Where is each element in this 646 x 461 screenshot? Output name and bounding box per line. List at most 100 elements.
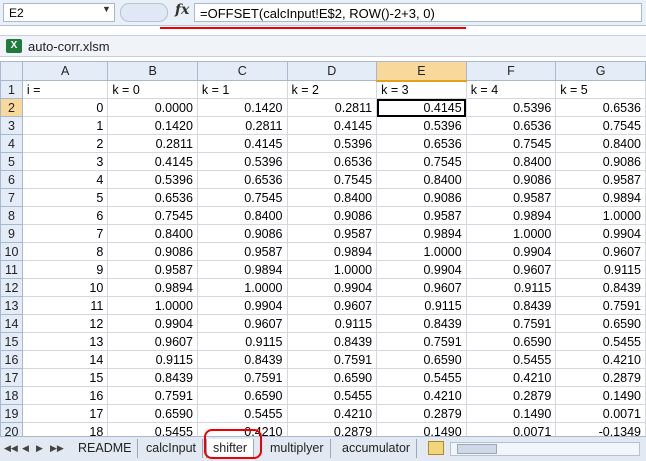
- cell-g2[interactable]: 0.6536: [555, 98, 646, 117]
- cell-c15[interactable]: 0.9115: [196, 332, 288, 351]
- cell-a19[interactable]: 17: [21, 404, 109, 423]
- cell-g18[interactable]: 0.1490: [555, 386, 646, 405]
- sheet-tab-multiplyer[interactable]: multiplyer: [264, 439, 331, 458]
- row-header[interactable]: 5: [0, 152, 23, 171]
- cell-f16[interactable]: 0.5455: [465, 350, 557, 369]
- cell-c13[interactable]: 0.9904: [196, 296, 288, 315]
- cell-c8[interactable]: 0.8400: [196, 206, 288, 225]
- column-header-a[interactable]: A: [21, 61, 109, 81]
- cell-d6[interactable]: 0.7545: [286, 170, 378, 189]
- cell-d20[interactable]: 0.2879: [286, 422, 378, 436]
- row-header[interactable]: 8: [0, 206, 23, 225]
- cell-g20[interactable]: -0.1349: [555, 422, 646, 436]
- cell-d4[interactable]: 0.5396: [286, 134, 378, 153]
- name-box-dropdown-icon[interactable]: ▼: [102, 4, 111, 14]
- cell-d1[interactable]: k = 2: [286, 80, 378, 99]
- cell-f10[interactable]: 0.9904: [465, 242, 557, 261]
- cell-d10[interactable]: 0.9894: [286, 242, 378, 261]
- cell-f15[interactable]: 0.6590: [465, 332, 557, 351]
- cell-e13[interactable]: 0.9115: [376, 296, 467, 315]
- cell-g5[interactable]: 0.9086: [555, 152, 646, 171]
- cell-f9[interactable]: 1.0000: [465, 224, 557, 243]
- cell-c11[interactable]: 0.9894: [196, 260, 288, 279]
- cell-e18[interactable]: 0.4210: [376, 386, 467, 405]
- cell-b9[interactable]: 0.8400: [107, 224, 198, 243]
- cell-a14[interactable]: 12: [21, 314, 109, 333]
- cell-c5[interactable]: 0.5396: [196, 152, 288, 171]
- cell-e7[interactable]: 0.9086: [376, 188, 467, 207]
- cell-f3[interactable]: 0.6536: [465, 116, 557, 135]
- cell-e5[interactable]: 0.7545: [376, 152, 467, 171]
- cell-g10[interactable]: 0.9607: [555, 242, 646, 261]
- select-all-corner[interactable]: [0, 61, 23, 81]
- cell-b11[interactable]: 0.9587: [107, 260, 198, 279]
- cell-a12[interactable]: 10: [21, 278, 109, 297]
- cell-c7[interactable]: 0.7545: [196, 188, 288, 207]
- cell-d12[interactable]: 0.9904: [286, 278, 378, 297]
- cell-g19[interactable]: 0.0071: [555, 404, 646, 423]
- cell-a7[interactable]: 5: [21, 188, 109, 207]
- cell-c4[interactable]: 0.4145: [196, 134, 288, 153]
- cell-d18[interactable]: 0.5455: [286, 386, 378, 405]
- cell-b8[interactable]: 0.7545: [107, 206, 198, 225]
- cell-d15[interactable]: 0.8439: [286, 332, 378, 351]
- cell-g1[interactable]: k = 5: [555, 80, 646, 99]
- formula-input[interactable]: =OFFSET(calcInput!E$2, ROW()-2+3, 0): [194, 3, 642, 22]
- cell-g12[interactable]: 0.8439: [555, 278, 646, 297]
- cell-d3[interactable]: 0.4145: [286, 116, 378, 135]
- cell-b16[interactable]: 0.9115: [107, 350, 198, 369]
- next-sheet-icon[interactable]: ▶: [36, 443, 43, 454]
- cell-f17[interactable]: 0.4210: [465, 368, 557, 387]
- cell-g14[interactable]: 0.6590: [555, 314, 646, 333]
- cell-e12[interactable]: 0.9607: [376, 278, 467, 297]
- cell-g3[interactable]: 0.7545: [555, 116, 646, 135]
- cell-d13[interactable]: 0.9607: [286, 296, 378, 315]
- cell-g13[interactable]: 0.7591: [555, 296, 646, 315]
- cell-d17[interactable]: 0.6590: [286, 368, 378, 387]
- cell-b17[interactable]: 0.8439: [107, 368, 198, 387]
- cell-b6[interactable]: 0.5396: [107, 170, 198, 189]
- cell-e2[interactable]: 0.4145: [376, 98, 467, 117]
- cell-a10[interactable]: 8: [21, 242, 109, 261]
- cell-d14[interactable]: 0.9115: [286, 314, 378, 333]
- cell-d5[interactable]: 0.6536: [286, 152, 378, 171]
- row-header[interactable]: 12: [0, 278, 23, 297]
- cell-c10[interactable]: 0.9587: [196, 242, 288, 261]
- cell-f5[interactable]: 0.8400: [465, 152, 557, 171]
- cell-f19[interactable]: 0.1490: [465, 404, 557, 423]
- row-header[interactable]: 2: [0, 98, 23, 117]
- cell-e4[interactable]: 0.6536: [376, 134, 467, 153]
- cell-b19[interactable]: 0.6590: [107, 404, 198, 423]
- cell-e6[interactable]: 0.8400: [376, 170, 467, 189]
- cell-e8[interactable]: 0.9587: [376, 206, 467, 225]
- cell-e3[interactable]: 0.5396: [376, 116, 467, 135]
- cell-b13[interactable]: 1.0000: [107, 296, 198, 315]
- cell-c18[interactable]: 0.6590: [196, 386, 288, 405]
- column-header-d[interactable]: D: [286, 61, 378, 81]
- cell-a17[interactable]: 15: [21, 368, 109, 387]
- cell-f7[interactable]: 0.9587: [465, 188, 557, 207]
- cell-c16[interactable]: 0.8439: [196, 350, 288, 369]
- cell-a8[interactable]: 6: [21, 206, 109, 225]
- cell-b14[interactable]: 0.9904: [107, 314, 198, 333]
- cell-c1[interactable]: k = 1: [196, 80, 288, 99]
- first-sheet-icon[interactable]: ◀◀: [4, 443, 18, 454]
- cell-f12[interactable]: 0.9115: [465, 278, 557, 297]
- row-header[interactable]: 14: [0, 314, 23, 333]
- cell-a16[interactable]: 14: [21, 350, 109, 369]
- column-header-b[interactable]: B: [107, 61, 198, 81]
- cell-b2[interactable]: 0.0000: [107, 98, 198, 117]
- cell-a13[interactable]: 11: [21, 296, 109, 315]
- sheet-tab-readme[interactable]: README: [72, 439, 139, 458]
- column-header-e[interactable]: E: [376, 61, 467, 82]
- cell-a4[interactable]: 2: [21, 134, 109, 153]
- row-header[interactable]: 4: [0, 134, 23, 153]
- cell-a2[interactable]: 0: [21, 98, 109, 117]
- cell-f14[interactable]: 0.7591: [465, 314, 557, 333]
- row-header[interactable]: 9: [0, 224, 23, 243]
- cell-c12[interactable]: 1.0000: [196, 278, 288, 297]
- name-box[interactable]: E2: [3, 3, 115, 22]
- row-header[interactable]: 16: [0, 350, 23, 369]
- cell-e11[interactable]: 0.9904: [376, 260, 467, 279]
- cell-g6[interactable]: 0.9587: [555, 170, 646, 189]
